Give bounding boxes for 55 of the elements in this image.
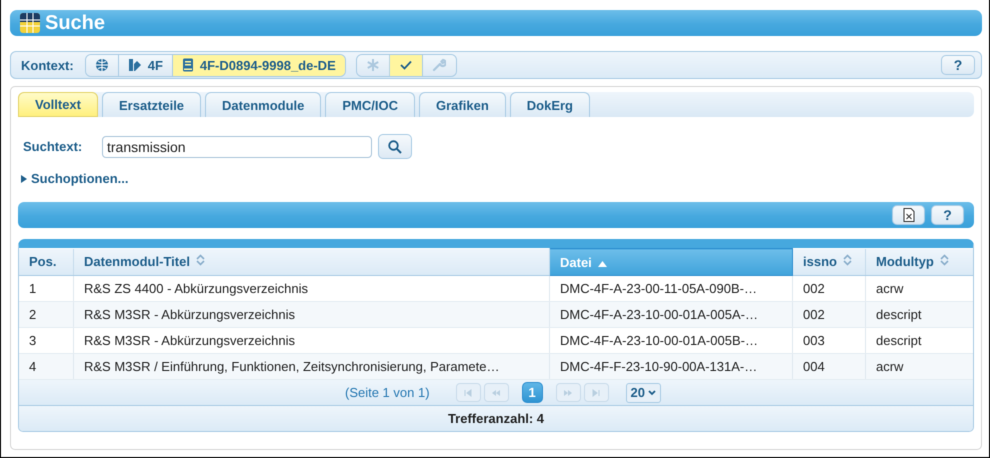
search-field[interactable]: transmission [102,136,372,158]
app-grid-icon [20,13,40,33]
help-button[interactable]: ? [941,55,975,75]
column-header[interactable]: issno [792,248,866,276]
table-cell: descript [866,302,973,328]
book-icon [182,58,194,72]
context-button[interactable] [86,54,119,76]
sort-up-icon [598,260,607,266]
column-header[interactable]: Modultyp [866,248,973,276]
tab[interactable]: PMC/IOC [325,92,416,117]
chevron-down-icon [648,390,656,396]
table-cell: R&S M3SR - Abkürzungsverzeichnis [74,302,550,328]
first-page-icon [464,388,473,396]
search-icon [388,140,402,154]
fast-forward-icon [564,388,573,396]
globe-icon [94,58,109,72]
toolbar-button[interactable] [390,54,423,76]
help-button[interactable]: ? [931,205,964,225]
context-label: Kontext: [21,58,74,72]
page-size-select[interactable]: 20 [626,382,661,402]
table-cell: 004 [792,354,866,380]
context-button[interactable]: 4F [118,54,173,76]
table-cell: DMC-4F-F-23-10-90-00A-131A-… [550,354,792,380]
tab[interactable]: Grafiken [419,92,506,117]
sort-icon [842,254,852,266]
tab[interactable]: Ersatzteile [102,92,202,117]
table-cell: 002 [792,302,866,328]
tab[interactable]: DokErg [510,92,590,117]
search-options-toggle[interactable]: Suchoptionen... [21,171,128,186]
check-icon [400,60,412,70]
page-info: (Seite 1 von 1) [344,385,430,400]
table-cell: acrw [866,354,973,380]
search-button[interactable] [378,134,412,159]
last-page-icon [592,388,601,396]
tab[interactable]: Datenmodule [205,92,322,117]
table-cell: DMC-4F-A-23-10-00-01A-005A-… [550,302,792,328]
sort-icon [940,254,949,266]
export-button[interactable] [892,205,925,225]
rewind-icon [492,388,501,396]
chart-icon [128,58,142,72]
triangle-icon [21,174,27,182]
column-header[interactable]: Pos. [19,248,74,276]
sort-icon [196,254,205,266]
result-count: Trefferanzahl: 4 [19,406,973,431]
context-button[interactable]: 4F-D0894-9998_de-DE [172,54,345,76]
window-title: Suche [45,12,106,34]
tab[interactable]: Volltext [18,92,98,117]
column-header[interactable]: Datenmodul-Titel [74,248,550,276]
wrench-icon [432,58,446,72]
table-cell: R&S M3SR / Einführung, Funktionen, Zeitsynchronisierung, Paramete… [74,354,550,380]
table-cell: 4 [19,354,74,380]
search-label: Suchtext: [23,139,84,154]
asterisk-icon [366,59,379,71]
spreadsheet-file-icon [902,208,914,222]
table-cell: 2 [19,302,74,328]
